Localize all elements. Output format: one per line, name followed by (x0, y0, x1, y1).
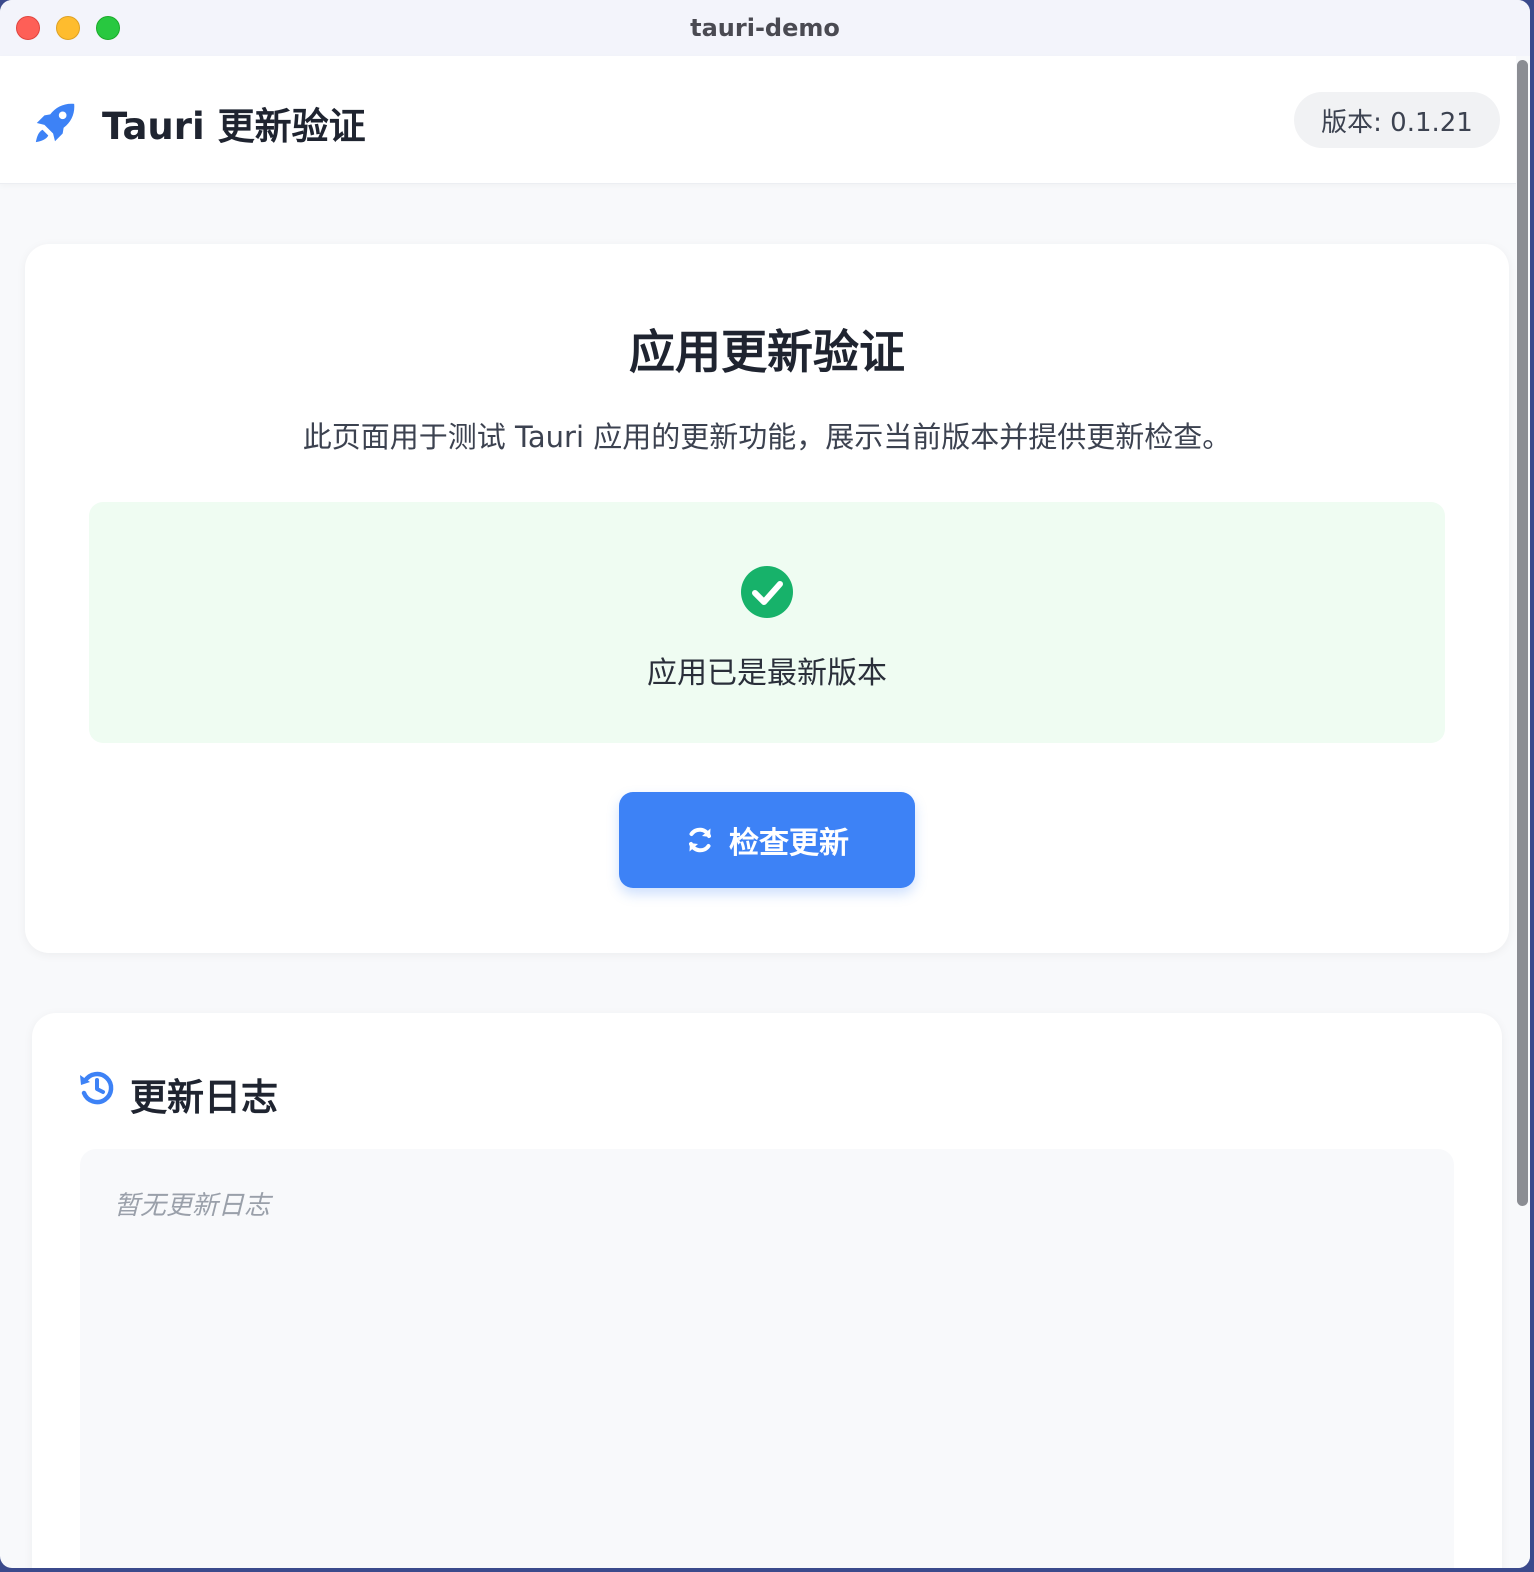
close-window-button[interactable] (16, 16, 40, 40)
page-title: 应用更新验证 (629, 325, 905, 379)
check-update-label: 检查更新 (729, 827, 849, 860)
refresh-icon (689, 827, 711, 853)
page-description: 此页面用于测试 Tauri 应用的更新功能，展示当前版本并提供更新检查。 (302, 420, 1232, 454)
changelog-card: 更新日志 暂无更新日志 (32, 1013, 1502, 1568)
changelog-title: 更新日志 (130, 1076, 278, 1119)
app-header: Tauri 更新验证 版本: 0.1.21 (0, 56, 1516, 184)
window-title: tauri-demo (690, 14, 840, 42)
check-circle-icon (741, 566, 793, 618)
app-title: Tauri 更新验证 (102, 105, 366, 148)
changelog-content[interactable]: 暂无更新日志 (80, 1149, 1454, 1568)
status-text: 应用已是最新版本 (647, 656, 887, 691)
maximize-window-button[interactable] (96, 16, 120, 40)
window-controls (16, 16, 120, 40)
version-badge: 版本: 0.1.21 (1294, 92, 1500, 148)
scrollbar-thumb[interactable] (1517, 60, 1528, 1206)
history-icon (80, 1071, 114, 1105)
rocket-icon (35, 103, 75, 143)
changelog-empty-text: 暂无更新日志 (114, 1191, 271, 1221)
update-status-panel: 应用已是最新版本 (89, 502, 1445, 743)
minimize-window-button[interactable] (56, 16, 80, 40)
app-window: tauri-demo Tauri 更新验证 版本: 0.1.21 应用更新验证 … (0, 0, 1530, 1568)
update-card: 应用更新验证 此页面用于测试 Tauri 应用的更新功能，展示当前版本并提供更新… (25, 244, 1509, 953)
window-titlebar[interactable]: tauri-demo (0, 0, 1530, 56)
check-update-button[interactable]: 检查更新 (619, 792, 915, 888)
